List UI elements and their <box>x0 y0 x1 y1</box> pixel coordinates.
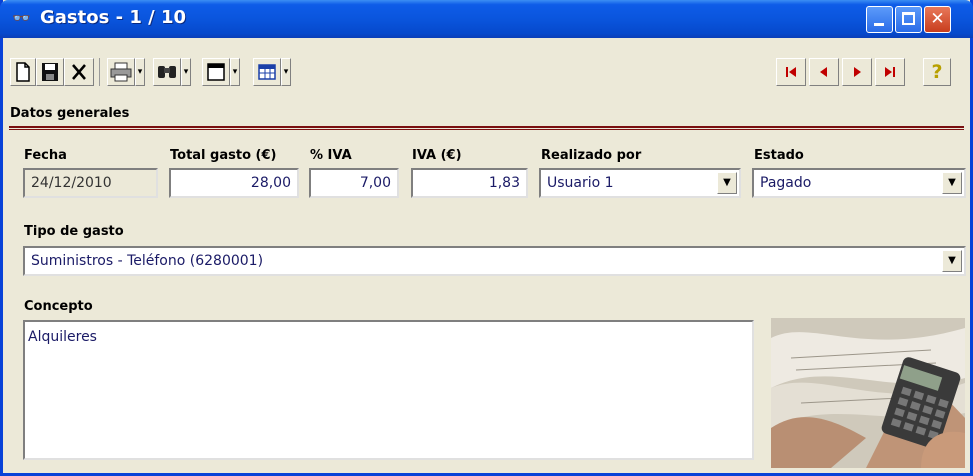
title-bar[interactable]: 👓 Gastos - 1 / 10 ✕ <box>0 0 973 38</box>
table-dropdown[interactable]: ▾ <box>281 58 291 86</box>
estado-value: Pagado <box>760 175 812 191</box>
pct-iva-label: % IVA <box>310 148 352 163</box>
previous-record-button[interactable] <box>809 58 839 86</box>
realizado-por-select[interactable]: Usuario 1 ▼ <box>539 168 741 198</box>
maximize-icon <box>902 12 915 25</box>
help-icon: ? <box>931 61 943 83</box>
chevron-down-icon: ▼ <box>948 177 956 188</box>
iva-label: IVA (€) <box>412 148 462 163</box>
chevron-down-icon: ▾ <box>232 67 238 77</box>
total-gasto-field[interactable]: 28,00 <box>169 168 299 198</box>
table-icon <box>258 64 276 80</box>
iva-field[interactable]: 1,83 <box>411 168 528 198</box>
window-button[interactable] <box>202 58 230 86</box>
delete-icon <box>72 64 86 80</box>
toolbar-separator <box>99 58 100 86</box>
realizado-por-value: Usuario 1 <box>547 175 614 191</box>
realizado-por-label: Realizado por <box>541 148 642 163</box>
chevron-down-icon: ▾ <box>137 67 143 77</box>
print-button[interactable] <box>107 58 135 86</box>
section-title: Datos generales <box>10 106 130 121</box>
concepto-label: Concepto <box>24 299 93 314</box>
estado-select[interactable]: Pagado ▼ <box>752 168 966 198</box>
window-dropdown[interactable]: ▾ <box>230 58 240 86</box>
estado-dropdown-button[interactable]: ▼ <box>942 172 962 194</box>
calculator-image <box>771 318 965 468</box>
first-icon <box>786 67 796 77</box>
fecha-field[interactable]: 24/12/2010 <box>23 168 158 198</box>
pct-iva-field[interactable]: 7,00 <box>309 168 399 198</box>
help-button[interactable]: ? <box>923 58 951 86</box>
window-icon <box>207 63 225 81</box>
toolbar: ▾ ▾ ▾ ▾ ? <box>3 38 970 96</box>
chevron-down-icon: ▾ <box>283 67 289 77</box>
save-button[interactable] <box>36 58 64 86</box>
calculator-illustration <box>771 318 965 468</box>
first-record-button[interactable] <box>776 58 806 86</box>
new-button[interactable] <box>10 58 36 86</box>
concepto-textarea[interactable]: Alquileres <box>23 320 754 460</box>
minimize-button[interactable] <box>866 6 893 33</box>
fecha-label: Fecha <box>24 148 67 163</box>
tipo-gasto-select[interactable]: Suministros - Teléfono (6280001) ▼ <box>23 246 966 276</box>
tipo-gasto-dropdown-button[interactable]: ▼ <box>942 250 962 272</box>
app-icon: 👓 <box>12 9 31 27</box>
delete-button[interactable] <box>64 58 94 86</box>
print-icon <box>110 62 132 82</box>
search-button[interactable] <box>153 58 181 86</box>
tipo-gasto-label: Tipo de gasto <box>24 224 124 239</box>
maximize-button[interactable] <box>895 6 922 33</box>
next-icon <box>854 67 861 77</box>
estado-label: Estado <box>754 148 804 163</box>
chevron-down-icon: ▾ <box>183 67 189 77</box>
tipo-gasto-value: Suministros - Teléfono (6280001) <box>31 253 264 269</box>
realizado-por-dropdown-button[interactable]: ▼ <box>717 172 737 194</box>
last-record-button[interactable] <box>875 58 905 86</box>
next-record-button[interactable] <box>842 58 872 86</box>
chevron-down-icon: ▼ <box>948 255 956 266</box>
close-button[interactable]: ✕ <box>924 6 951 33</box>
total-gasto-label: Total gasto (€) <box>170 148 277 163</box>
chevron-down-icon: ▼ <box>723 177 731 188</box>
window-title: Gastos - 1 / 10 <box>40 7 187 28</box>
minimize-icon <box>874 23 884 26</box>
close-icon: ✕ <box>930 9 945 29</box>
gastos-window: 👓 Gastos - 1 / 10 ✕ ▾ ▾ ▾ ▾ ? Datos gene… <box>0 0 973 476</box>
section-divider <box>9 126 964 128</box>
table-button[interactable] <box>253 58 281 86</box>
search-dropdown[interactable]: ▾ <box>181 58 191 86</box>
previous-icon <box>820 67 827 77</box>
print-dropdown[interactable]: ▾ <box>135 58 145 86</box>
last-icon <box>885 67 895 77</box>
new-icon <box>16 62 30 82</box>
binoculars-icon <box>158 66 176 78</box>
section-divider-thin <box>9 129 964 130</box>
save-icon <box>42 63 58 81</box>
